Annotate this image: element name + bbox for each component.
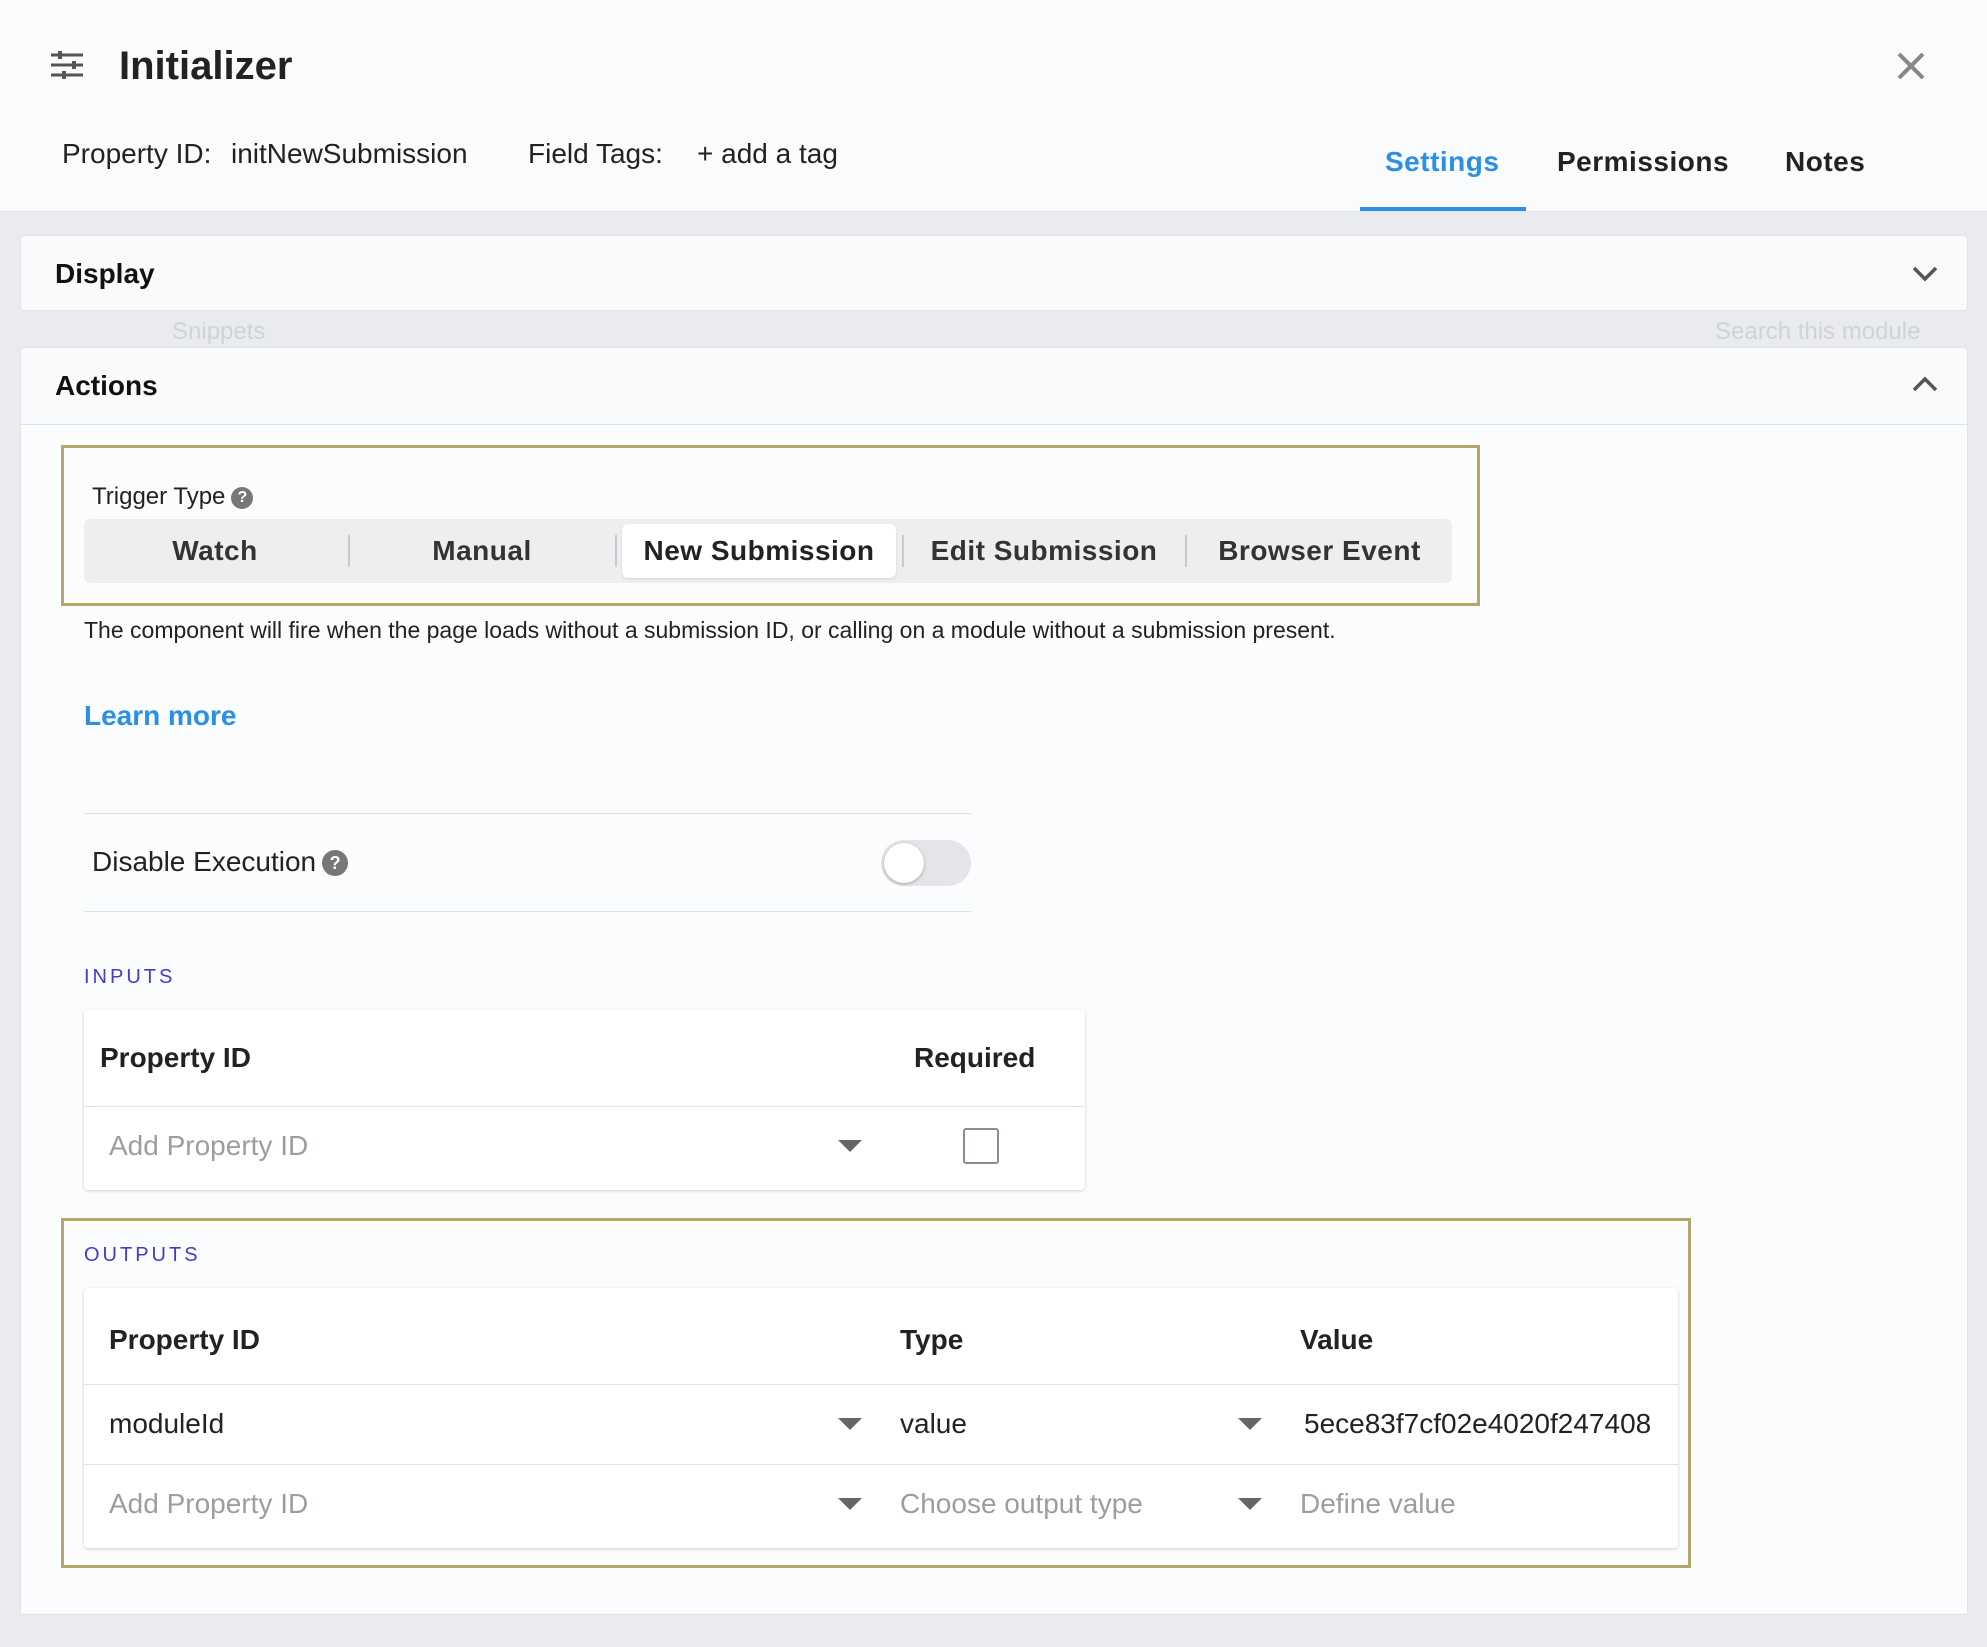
required-checkbox[interactable] (963, 1128, 999, 1164)
divider (84, 911, 971, 912)
tab-permissions[interactable]: Permissions (1557, 146, 1729, 178)
inputs-column-property-id: Property ID (100, 1042, 251, 1073)
chevron-down-icon[interactable] (1238, 1498, 1262, 1510)
disable-execution-toggle[interactable] (881, 840, 971, 886)
modal-title: Initializer (119, 44, 293, 88)
outputs-section-title: OUTPUTS (84, 1244, 201, 1266)
segment-divider (615, 535, 617, 567)
background-search-text: Search this module (1715, 318, 1921, 345)
property-id-label: Property ID: (62, 138, 212, 169)
outputs-column-value: Value (1300, 1324, 1374, 1355)
inputs-column-required: Required (914, 1042, 1036, 1073)
new-output-type-select[interactable]: Choose output type (900, 1488, 1143, 1520)
outputs-column-type: Type (900, 1324, 964, 1355)
trigger-type-segmented-control: Watch Manual New Submission Edit Submiss… (84, 519, 1452, 583)
settings-sliders-icon (51, 51, 83, 79)
field-tags-label: Field Tags: (528, 138, 663, 169)
new-output-property-id-select[interactable]: Add Property ID (109, 1488, 308, 1520)
toggle-knob (884, 843, 924, 883)
chevron-down-icon[interactable] (838, 1418, 862, 1430)
trigger-option-watch[interactable]: Watch (84, 519, 346, 583)
table-divider (84, 1384, 1678, 1385)
output-type-select[interactable]: value (900, 1408, 967, 1440)
outputs-column-property-id: Property ID (109, 1324, 260, 1355)
trigger-option-new-submission[interactable]: New Submission (622, 524, 896, 578)
table-divider (84, 1106, 1085, 1107)
display-panel-title: Display (55, 258, 155, 289)
add-tag-link[interactable]: + add a tag (697, 138, 838, 170)
chevron-down-icon[interactable] (838, 1498, 862, 1510)
output-value-field[interactable]: 5ece83f7cf02e4020f247408 (1304, 1408, 1651, 1440)
inputs-section-title: INPUTS (84, 966, 176, 988)
actions-panel-title: Actions (55, 370, 158, 401)
display-panel[interactable]: Display (20, 235, 1968, 311)
trigger-description: The component will fire when the page lo… (84, 617, 1336, 643)
chevron-down-icon[interactable] (838, 1140, 862, 1152)
background-snippets-text: Snippets (172, 318, 266, 345)
chevron-down-icon[interactable] (1911, 264, 1939, 284)
outputs-table: Property ID Type Value moduleId value 5e… (84, 1288, 1678, 1548)
tab-notes[interactable]: Notes (1785, 146, 1865, 178)
divider (84, 813, 971, 814)
learn-more-link[interactable]: Learn more (84, 700, 237, 732)
close-icon[interactable] (1893, 48, 1929, 84)
help-icon[interactable]: ? (322, 850, 349, 876)
chevron-down-icon[interactable] (1238, 1418, 1262, 1430)
trigger-option-browser-event[interactable]: Browser Event (1187, 519, 1452, 583)
modal-header: Initializer Property ID: initNewSubmissi… (0, 0, 1987, 212)
tab-settings[interactable]: Settings (1385, 146, 1499, 178)
disable-execution-label: Disable Execution? (92, 846, 349, 878)
trigger-option-manual[interactable]: Manual (350, 519, 614, 583)
new-output-value-field[interactable]: Define value (1300, 1488, 1456, 1520)
chevron-up-icon[interactable] (1911, 374, 1939, 394)
inputs-table: Property ID Required Add Property ID (84, 1010, 1085, 1190)
active-tab-indicator (1360, 207, 1526, 211)
disable-execution-label-text: Disable Execution (92, 846, 317, 877)
property-id-value: initNewSubmission (231, 138, 468, 169)
trigger-type-label-text: Trigger Type (92, 483, 226, 510)
output-property-id-select[interactable]: moduleId (109, 1408, 224, 1440)
trigger-type-label: Trigger Type? (92, 483, 254, 511)
inputs-property-id-select[interactable]: Add Property ID (109, 1130, 308, 1162)
table-divider (84, 1464, 1678, 1465)
trigger-option-edit-submission[interactable]: Edit Submission (904, 519, 1184, 583)
help-icon[interactable]: ? (231, 487, 254, 509)
